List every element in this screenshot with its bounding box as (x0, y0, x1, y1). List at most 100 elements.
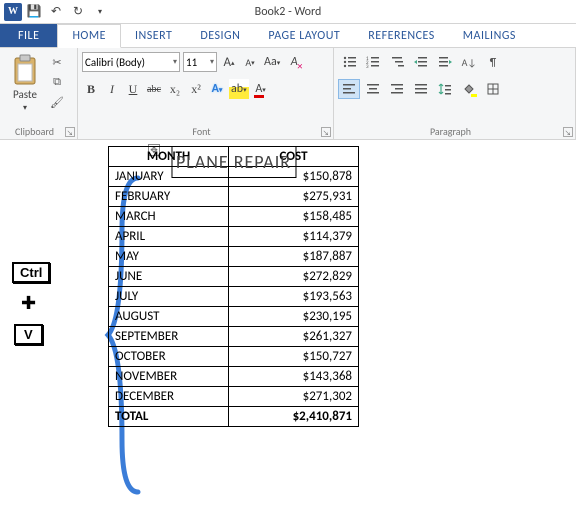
clear-formatting-button[interactable]: A⨯ (285, 52, 303, 72)
paste-icon (11, 54, 39, 86)
document-area[interactable]: ✥ Ctrl ✚ V PLANE REPAIR MONTH COST JANUA… (0, 140, 576, 518)
table-row[interactable]: NOVEMBER$143,368 (109, 367, 359, 387)
cost-cell: $272,829 (229, 267, 359, 287)
ctrl-key-hint: Ctrl (12, 262, 50, 283)
table-title: PLANE REPAIR (171, 147, 295, 178)
number-list-icon: 123 (366, 55, 380, 69)
tab-file[interactable]: FILE (0, 24, 57, 47)
bullet-list-icon (342, 55, 356, 69)
plane-repair-table[interactable]: PLANE REPAIR MONTH COST JANUARY$150,878F… (108, 146, 359, 427)
font-name-combo[interactable]: Calibri (Body) ▾ (82, 52, 180, 72)
font-launcher-icon[interactable]: ↘ (321, 127, 331, 137)
copy-icon[interactable]: ⧉ (49, 74, 65, 90)
text-effects-button[interactable]: A▾ (208, 79, 226, 99)
shading-button[interactable] (458, 79, 480, 99)
table-row[interactable]: FEBRUARY$275,931 (109, 187, 359, 207)
paste-button[interactable]: Paste ▾ (4, 52, 46, 113)
cost-cell: $275,931 (229, 187, 359, 207)
group-clipboard: Paste ▾ ✂ ⧉ 🖌 Clipboard ↘ (0, 48, 78, 139)
change-case-button[interactable]: Aa▾ (262, 52, 282, 72)
numbering-button[interactable]: 123 (362, 52, 384, 72)
line-spacing-button[interactable] (434, 79, 456, 99)
superscript-button[interactable]: x² (187, 79, 205, 99)
redo-icon[interactable]: ↻ (68, 2, 88, 22)
paragraph-launcher-icon[interactable]: ↘ (563, 127, 573, 137)
ribbon-tabs: FILE HOME INSERT DESIGN PAGE LAYOUT REFE… (0, 24, 576, 48)
font-size-combo[interactable]: 11▾ (183, 52, 217, 72)
font-size-value: 11 (186, 56, 197, 69)
table-row[interactable]: MARCH$158,485 (109, 207, 359, 227)
group-paragraph: 123 A↓ ¶ Paragraph ↘ (334, 48, 576, 139)
italic-button[interactable]: I (103, 79, 121, 99)
borders-button[interactable] (482, 79, 504, 99)
cost-cell: $187,887 (229, 247, 359, 267)
tab-references[interactable]: REFERENCES (354, 24, 449, 47)
cost-cell: $271,302 (229, 387, 359, 407)
tab-page-layout[interactable]: PAGE LAYOUT (254, 24, 354, 47)
table-row[interactable]: JUNE$272,829 (109, 267, 359, 287)
word-app-icon: W (4, 3, 22, 21)
quick-access-toolbar: W 💾 ↶ ↻ ▾ (0, 2, 110, 22)
font-name-value: Calibri (Body) (85, 56, 145, 69)
table-row[interactable]: MAY$187,887 (109, 247, 359, 267)
justify-icon (414, 82, 428, 96)
table-row[interactable]: OCTOBER$150,727 (109, 347, 359, 367)
table-row[interactable]: SEPTEMBER$261,327 (109, 327, 359, 347)
save-icon[interactable]: 💾 (24, 2, 44, 22)
bullets-button[interactable] (338, 52, 360, 72)
month-cell: FEBRUARY (109, 187, 229, 207)
highlight-button[interactable]: ab▾ (229, 79, 249, 99)
cost-cell: $150,727 (229, 347, 359, 367)
chevron-down-icon: ▾ (170, 57, 177, 67)
strike-button[interactable]: abc (145, 79, 163, 99)
plus-icon: ✚ (21, 292, 36, 314)
decrease-indent-button[interactable] (410, 52, 432, 72)
clipboard-launcher-icon[interactable]: ↘ (65, 127, 75, 137)
group-label-clipboard: Clipboard (0, 125, 69, 138)
format-painter-icon[interactable]: 🖌 (49, 94, 65, 110)
show-marks-button[interactable]: ¶ (482, 52, 504, 72)
month-cell: MARCH (109, 207, 229, 227)
cut-icon[interactable]: ✂ (49, 54, 65, 70)
v-key-hint: V (14, 324, 43, 345)
undo-icon[interactable]: ↶ (46, 2, 66, 22)
align-right-icon (390, 82, 404, 96)
align-left-button[interactable] (338, 79, 360, 99)
tab-design[interactable]: DESIGN (186, 24, 254, 47)
cost-cell: $230,195 (229, 307, 359, 327)
cost-cell: $193,563 (229, 287, 359, 307)
qat-customize-icon[interactable]: ▾ (90, 2, 110, 22)
month-cell: JULY (109, 287, 229, 307)
font-color-button[interactable]: A▾ (252, 79, 270, 99)
group-label-font: Font (78, 125, 325, 138)
tab-home[interactable]: HOME (57, 24, 121, 48)
bold-button[interactable]: B (82, 79, 100, 99)
month-cell: DECEMBER (109, 387, 229, 407)
tab-insert[interactable]: INSERT (121, 24, 186, 47)
month-cell: OCTOBER (109, 347, 229, 367)
underline-button[interactable]: U (124, 79, 142, 99)
month-cell: AUGUST (109, 307, 229, 327)
chevron-down-icon: ▾ (23, 103, 27, 113)
grow-font-button[interactable]: A▴ (220, 52, 238, 72)
subscript-button[interactable]: x₂ (166, 79, 184, 99)
group-label-paragraph: Paragraph (334, 125, 567, 138)
align-center-icon (366, 82, 380, 96)
align-right-button[interactable] (386, 79, 408, 99)
group-font: Calibri (Body) ▾ 11▾ A▴ A▾ Aa▾ A⨯ B I U a… (78, 48, 334, 139)
justify-button[interactable] (410, 79, 432, 99)
paste-label: Paste (13, 88, 37, 101)
table-row[interactable]: DECEMBER$271,302 (109, 387, 359, 407)
month-cell: APRIL (109, 227, 229, 247)
multilevel-button[interactable] (386, 52, 408, 72)
increase-indent-button[interactable] (434, 52, 456, 72)
total-value: $2,410,871 (229, 407, 359, 427)
border-icon (487, 83, 499, 95)
table-row[interactable]: JULY$193,563 (109, 287, 359, 307)
table-row[interactable]: APRIL$114,379 (109, 227, 359, 247)
sort-button[interactable]: A↓ (458, 52, 480, 72)
align-center-button[interactable] (362, 79, 384, 99)
shrink-font-button[interactable]: A▾ (241, 52, 259, 72)
tab-mailings[interactable]: MAILINGS (449, 24, 530, 47)
table-row[interactable]: AUGUST$230,195 (109, 307, 359, 327)
